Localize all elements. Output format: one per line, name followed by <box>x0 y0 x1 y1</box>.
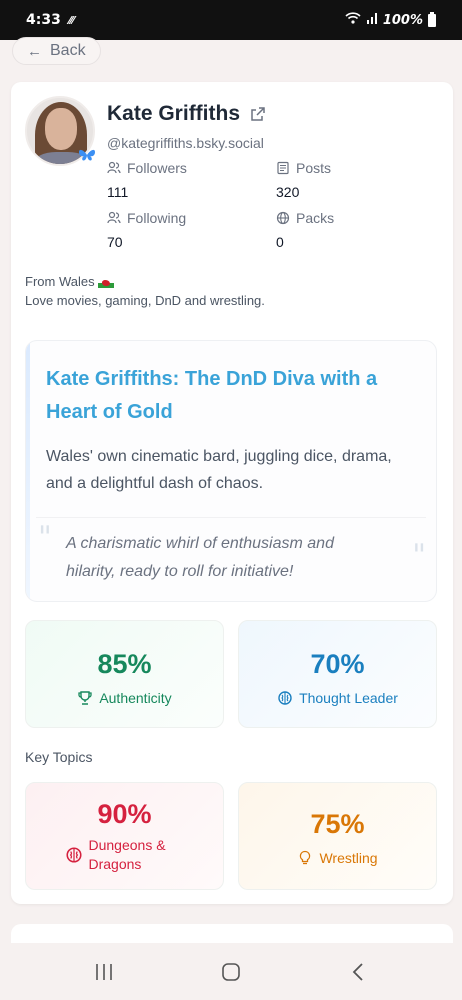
status-right: 100% <box>345 11 436 28</box>
quote-text: A charismatic whirl of enthusiasm and hi… <box>66 535 334 580</box>
users-icon <box>107 211 121 224</box>
quote-open-icon: " <box>38 520 52 555</box>
profile-card: Kate Griffiths @kategriffiths.bsky.socia… <box>11 82 453 904</box>
back-label: Back <box>50 42 86 59</box>
trophy-icon <box>78 691 92 705</box>
stat-value: 111 <box>107 184 129 200</box>
brain-icon <box>65 847 82 863</box>
brain-icon <box>278 691 292 705</box>
ai-summary-card: Kate Griffiths: The DnD Diva with a Hear… <box>25 340 437 602</box>
metric-authenticity: 85% Authenticity <box>25 620 224 728</box>
stat-packs[interactable]: Packs 0 <box>276 210 334 250</box>
bio-line: Love movies, gaming, DnD and wrestling. <box>25 293 265 308</box>
stat-posts[interactable]: Posts 320 <box>276 160 331 200</box>
signal-icon <box>366 12 378 28</box>
stat-value: 70 <box>107 234 123 250</box>
topic-label: Dungeons & Dragons <box>88 837 166 872</box>
metric-value: 70% <box>310 649 365 679</box>
home-icon <box>222 962 240 981</box>
metric-label: Thought Leader <box>299 690 398 706</box>
summary-description: Wales' own cinematic bard, juggling dice… <box>46 448 392 492</box>
profile-name: Kate Griffiths <box>107 102 241 125</box>
home-button[interactable] <box>211 957 251 987</box>
stat-label: Posts <box>296 160 332 176</box>
topic-value: 75% <box>310 809 365 839</box>
stat-label: Packs <box>296 210 335 226</box>
metric-label: Authenticity <box>99 690 172 706</box>
external-link-icon[interactable] <box>250 106 266 122</box>
chevron-left-icon <box>353 962 363 981</box>
stat-followers[interactable]: Followers 111 <box>107 160 187 200</box>
key-topics-heading: Key Topics <box>25 749 93 765</box>
summary-quote: " A charismatic whirl of enthusiasm and … <box>36 517 426 597</box>
back-button[interactable]: ← Back <box>12 37 101 65</box>
system-nav-bar <box>0 943 462 1000</box>
globe-icon <box>276 211 290 225</box>
system-back-button[interactable] <box>338 957 378 987</box>
newspaper-icon <box>277 161 289 175</box>
recent-apps-icon <box>95 963 112 980</box>
quote-close-icon: " <box>412 538 426 573</box>
users-icon <box>107 161 121 174</box>
lightbulb-icon <box>300 850 311 865</box>
summary-title: Kate Griffiths: The DnD Diva with a Hear… <box>46 368 378 423</box>
recent-apps-button[interactable] <box>84 957 124 987</box>
stat-label: Following <box>127 210 187 226</box>
status-time: 4:33 ⁄⁄⁄ <box>26 12 75 28</box>
metric-value: 85% <box>97 649 152 679</box>
profile-bio: From Wales Love movies, gaming, DnD and … <box>25 272 265 310</box>
battery-icon <box>428 11 436 27</box>
status-bar: 4:33 ⁄⁄⁄ 100% <box>0 0 462 40</box>
welsh-flag-icon <box>97 277 114 288</box>
profile-handle[interactable]: @kategriffiths.bsky.social <box>107 135 264 151</box>
topic-dungeons-and-dragons: 90% Dungeons & Dragons <box>25 782 224 890</box>
network-activity-icon: ⁄⁄⁄ <box>68 13 75 27</box>
bluesky-butterfly-icon <box>79 149 95 161</box>
stat-following[interactable]: Following 70 <box>107 210 186 250</box>
topic-wrestling: 75% Wrestling <box>238 782 437 890</box>
topic-value: 90% <box>97 799 152 829</box>
stat-label: Followers <box>127 160 187 176</box>
stat-value: 0 <box>276 234 284 250</box>
stat-value: 320 <box>276 184 300 200</box>
wifi-icon <box>345 12 361 28</box>
bio-line: From Wales <box>25 274 95 289</box>
metric-thought-leader: 70% Thought Leader <box>238 620 437 728</box>
topic-label: Wrestling <box>319 850 378 866</box>
arrow-left-icon: ← <box>27 42 42 60</box>
battery-percent: 100% <box>382 12 423 28</box>
